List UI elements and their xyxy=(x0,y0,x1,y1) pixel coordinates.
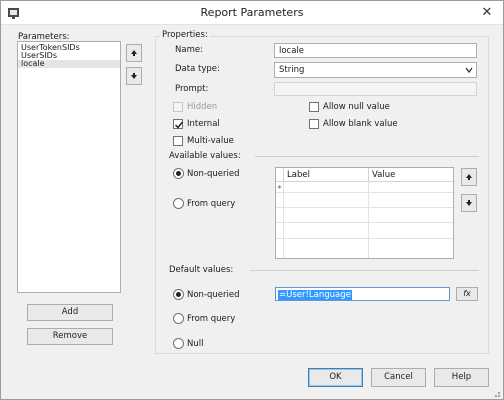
grid-cell[interactable] xyxy=(284,239,369,258)
default-values-label: Default values: xyxy=(169,265,234,275)
cancel-button[interactable]: Cancel xyxy=(371,368,426,387)
grid-cell xyxy=(276,193,284,208)
grid-row-header xyxy=(276,168,284,182)
datatype-label: Data type: xyxy=(175,64,220,74)
grid-cell[interactable] xyxy=(284,223,369,239)
default-fromquery-radio[interactable] xyxy=(173,313,184,324)
available-nonqueried-radio[interactable] xyxy=(173,168,184,179)
hidden-checkbox[interactable] xyxy=(173,102,183,112)
default-nonqueried-radio[interactable] xyxy=(173,289,184,300)
default-value-expression-text: =User!Language xyxy=(278,290,352,300)
up-arrow-icon xyxy=(466,174,472,180)
prompt-field[interactable] xyxy=(274,82,477,96)
checkmark-icon xyxy=(174,121,184,129)
grid-cell xyxy=(276,208,284,223)
name-field[interactable]: locale xyxy=(274,43,477,58)
move-up-button[interactable] xyxy=(126,44,142,62)
grid-cell[interactable] xyxy=(284,193,369,208)
multivalue-checkbox[interactable] xyxy=(173,136,183,146)
grid-cell[interactable] xyxy=(369,182,453,193)
resize-grip-icon[interactable] xyxy=(491,388,501,398)
grid-cell[interactable] xyxy=(369,223,453,239)
grid-header-label[interactable]: Label xyxy=(284,168,369,182)
available-fromquery-radio[interactable] xyxy=(173,198,184,209)
report-parameters-dialog: Report Parameters ✕ Parameters: UserToke… xyxy=(0,0,504,400)
grid-move-up-button[interactable] xyxy=(461,168,477,186)
available-values-grid[interactable]: Label Value * xyxy=(275,167,454,259)
available-nonqueried-label: Non-queried xyxy=(187,169,240,179)
default-null-radio[interactable] xyxy=(173,338,184,349)
default-nonqueried-label: Non-queried xyxy=(187,290,240,300)
prompt-label: Prompt: xyxy=(175,84,209,94)
down-arrow-icon xyxy=(466,200,472,206)
help-button[interactable]: Help xyxy=(434,368,489,387)
hidden-label: Hidden xyxy=(187,102,218,112)
allow-null-checkbox[interactable] xyxy=(309,102,319,112)
remove-button[interactable]: Remove xyxy=(27,328,113,345)
default-value-expression-field[interactable]: =User!Language xyxy=(275,287,450,301)
allow-blank-checkbox[interactable] xyxy=(309,119,319,129)
expression-button[interactable]: fx xyxy=(456,287,478,301)
default-fromquery-label: From query xyxy=(187,314,236,324)
move-down-button[interactable] xyxy=(126,67,142,85)
datatype-value: String xyxy=(279,65,305,75)
grid-cell[interactable] xyxy=(369,208,453,223)
grid-cell[interactable] xyxy=(284,182,369,193)
down-arrow-icon xyxy=(131,73,137,79)
add-button[interactable]: Add xyxy=(27,304,113,321)
window-title: Report Parameters xyxy=(200,6,304,19)
grid-move-down-button[interactable] xyxy=(461,194,477,212)
parameters-list[interactable]: UserTokenSIDs UserSIDs locale xyxy=(17,41,121,293)
close-button[interactable]: ✕ xyxy=(477,4,497,22)
fx-icon: fx xyxy=(463,289,471,298)
grid-header-value[interactable]: Value xyxy=(369,168,453,182)
internal-label: Internal xyxy=(187,119,220,129)
up-arrow-icon xyxy=(131,50,137,56)
available-values-label: Available values: xyxy=(169,151,241,161)
grid-cell xyxy=(276,223,284,239)
name-label: Name: xyxy=(175,45,203,55)
chevron-down-icon xyxy=(465,67,473,74)
divider xyxy=(250,270,479,271)
multivalue-label: Multi-value xyxy=(187,136,234,146)
available-fromquery-label: From query xyxy=(187,199,236,209)
grid-cell[interactable] xyxy=(284,208,369,223)
list-item-selected[interactable]: locale xyxy=(18,60,120,68)
ok-button[interactable]: OK xyxy=(308,368,363,387)
grid-cell[interactable] xyxy=(369,193,453,208)
properties-section-label: Properties: xyxy=(160,30,210,40)
datatype-select[interactable]: String xyxy=(274,62,477,78)
title-bar: Report Parameters ✕ xyxy=(1,1,503,25)
new-row-marker: * xyxy=(276,182,284,193)
allow-blank-label: Allow blank value xyxy=(323,119,398,129)
grid-cell[interactable] xyxy=(369,239,453,258)
divider xyxy=(255,156,479,157)
internal-checkbox[interactable] xyxy=(173,119,184,129)
default-null-label: Null xyxy=(187,339,204,349)
allow-null-label: Allow null value xyxy=(323,102,390,112)
grid-cell xyxy=(276,239,284,258)
